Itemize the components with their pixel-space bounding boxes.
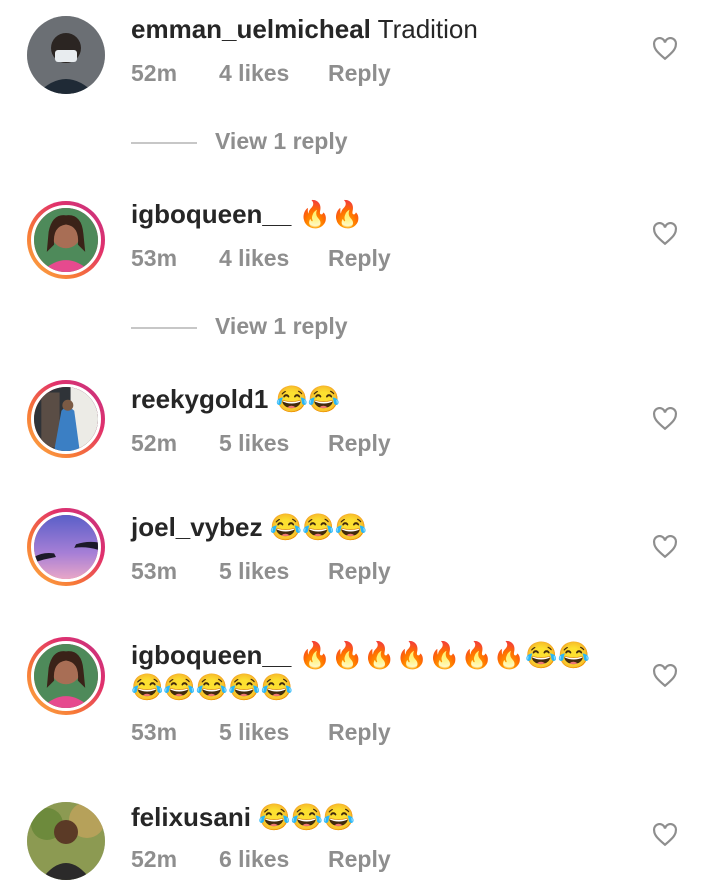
heart-icon[interactable] — [652, 823, 678, 847]
avatar[interactable] — [27, 508, 105, 586]
comment-username[interactable]: igboqueen__ — [131, 199, 291, 229]
view-replies-label[interactable]: View 1 reply — [215, 313, 348, 340]
comment-username[interactable]: igboqueen__ — [131, 640, 291, 670]
view-replies-label[interactable]: View 1 reply — [215, 128, 348, 155]
heart-icon[interactable] — [652, 535, 678, 559]
comment-likes[interactable]: 5 likes — [219, 430, 289, 457]
comment-time: 52m — [131, 846, 178, 872]
reply-button[interactable]: Reply — [328, 558, 391, 585]
reply-button[interactable]: Reply — [328, 719, 391, 746]
heart-icon[interactable] — [652, 222, 678, 246]
comment-time: 52m — [131, 430, 178, 456]
comment-username[interactable]: emman_uelmicheal — [131, 14, 371, 44]
comment-time: 53m — [131, 719, 178, 745]
comment-username[interactable]: joel_vybez — [131, 512, 263, 542]
reply-button[interactable]: Reply — [328, 245, 391, 272]
divider-line — [131, 327, 197, 329]
comment-likes[interactable]: 5 likes — [219, 719, 289, 746]
comment-time: 53m — [131, 558, 178, 584]
reply-button[interactable]: Reply — [328, 846, 391, 873]
comment-text: Tradition — [377, 14, 478, 44]
comment-time: 53m — [131, 245, 178, 271]
comment-likes[interactable]: 6 likes — [219, 846, 289, 873]
comment-text: 😂😂😂 — [258, 802, 356, 832]
comment-text: 🔥🔥 — [298, 199, 364, 229]
reply-button[interactable]: Reply — [328, 430, 391, 457]
comment-likes[interactable]: 5 likes — [219, 558, 289, 585]
avatar[interactable] — [27, 380, 105, 458]
comment-username[interactable]: reekygold1 — [131, 384, 268, 414]
comment-text: 😂😂😂 — [269, 512, 367, 542]
avatar[interactable] — [27, 637, 105, 715]
avatar[interactable] — [27, 201, 105, 279]
divider-line — [131, 142, 197, 144]
comment-text: 😂😂 — [275, 384, 341, 414]
avatar[interactable] — [27, 802, 105, 880]
comment-likes[interactable]: 4 likes — [219, 60, 289, 87]
comment-time: 52m — [131, 60, 178, 86]
heart-icon[interactable] — [652, 664, 678, 688]
heart-icon[interactable] — [652, 407, 678, 431]
avatar[interactable] — [27, 16, 105, 94]
reply-button[interactable]: Reply — [328, 60, 391, 87]
comment-likes[interactable]: 4 likes — [219, 245, 289, 272]
heart-icon[interactable] — [652, 37, 678, 61]
comment-username[interactable]: felixusani — [131, 802, 251, 832]
